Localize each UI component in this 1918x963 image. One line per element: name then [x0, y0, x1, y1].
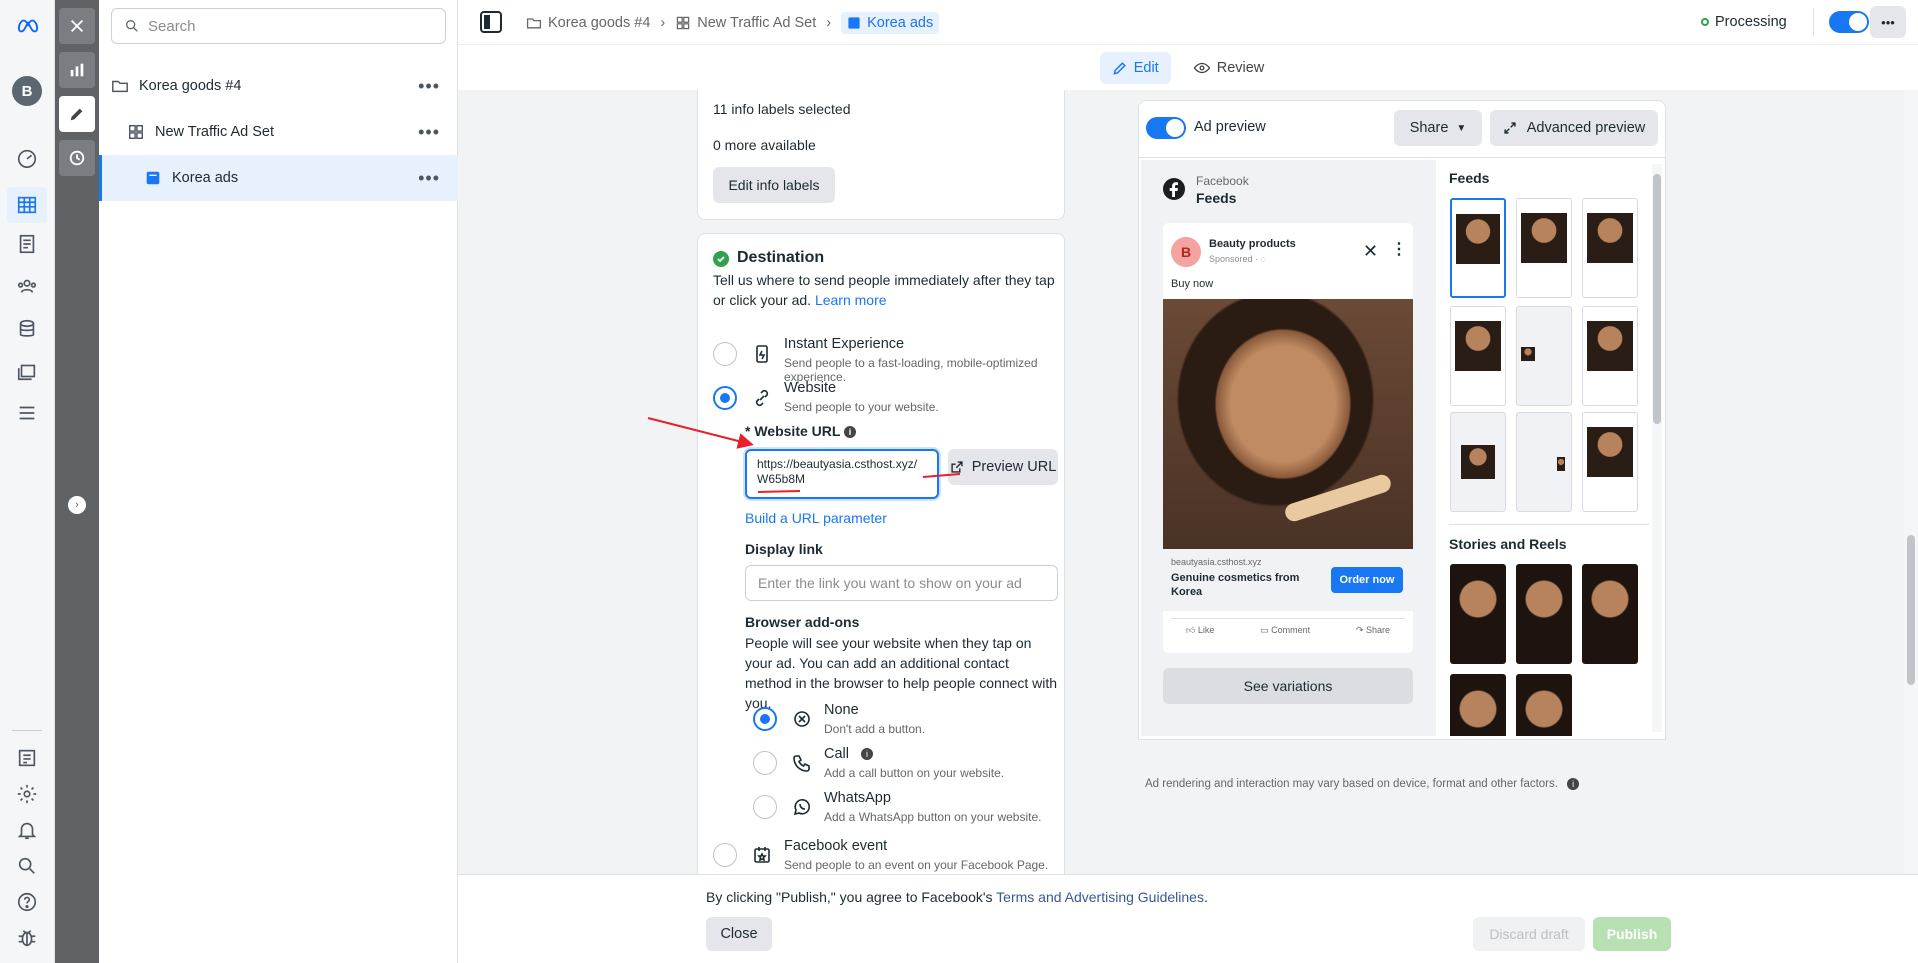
tree-item-ad-set[interactable]: New Traffic Ad Set ••• — [99, 109, 458, 155]
breadcrumb-ad[interactable]: Korea ads — [841, 12, 940, 34]
breadcrumb-label: Korea goods #4 — [548, 15, 651, 31]
reports-icon[interactable] — [13, 744, 41, 772]
notifications-bell-icon[interactable] — [13, 816, 41, 844]
left-nav-rail: B — [0, 0, 55, 963]
campaign-tree-panel: Search Korea goods #4 ••• New Traffic Ad… — [99, 0, 458, 963]
publish-notice: By clicking "Publish," you agree to Face… — [706, 889, 1208, 905]
breadcrumb-ad-set[interactable]: New Traffic Ad Set — [675, 15, 816, 31]
campaigns-table-icon[interactable] — [7, 187, 47, 223]
all-tools-menu-icon[interactable] — [13, 399, 41, 427]
pages-icon[interactable] — [13, 230, 41, 258]
status-badge: Processing — [1701, 14, 1787, 30]
ad-on-off-toggle[interactable] — [1829, 11, 1869, 33]
editor-canvas: 11 info labels selected 0 more available… — [458, 90, 1918, 874]
mode-switcher: Edit Review — [458, 45, 1918, 90]
ad-icon — [144, 169, 162, 187]
main-scrollbar[interactable] — [1904, 90, 1918, 874]
ad-icon — [848, 17, 860, 29]
meta-logo-icon[interactable] — [13, 12, 43, 40]
red-arrow-annotation — [647, 417, 754, 449]
status-dot-icon — [1701, 18, 1709, 26]
folder-icon — [111, 77, 129, 95]
tab-label: Edit — [1133, 59, 1159, 76]
close-button[interactable]: Close — [706, 917, 772, 951]
notice-text: . — [1203, 889, 1208, 905]
breadcrumb-campaign[interactable]: Korea goods #4 — [526, 15, 650, 31]
divider — [1813, 8, 1814, 36]
toggle-sidebar-icon[interactable] — [480, 11, 502, 33]
eye-icon — [1193, 62, 1211, 73]
discard-draft-button[interactable]: Discard draft — [1473, 917, 1585, 951]
tab-edit[interactable]: Edit — [1099, 51, 1171, 84]
more-options-icon[interactable]: ••• — [418, 76, 440, 97]
search-input[interactable]: Search — [111, 8, 446, 44]
red-underline-annotation — [757, 490, 801, 493]
breadcrumb-label: New Traffic Ad Set — [697, 15, 817, 31]
ad-set-grid-icon — [127, 123, 145, 141]
rail-divider — [12, 730, 42, 731]
account-avatar[interactable]: B — [12, 76, 42, 106]
help-icon[interactable] — [13, 888, 41, 916]
chevron-right-icon: › — [826, 15, 832, 31]
report-bug-icon[interactable] — [13, 924, 41, 952]
search-icon[interactable] — [13, 852, 41, 880]
notice-text: By clicking "Publish," you agree to Face… — [706, 889, 997, 905]
ads-manager-app: B › Search Korea goods #4 ••• New Traffi… — [0, 0, 1918, 963]
publish-button[interactable]: Publish — [1593, 917, 1671, 951]
status-label: Processing — [1715, 14, 1787, 30]
audiences-icon[interactable] — [13, 272, 41, 300]
search-icon — [125, 19, 138, 32]
close-editor-button[interactable] — [59, 8, 95, 44]
tree-item-label: New Traffic Ad Set — [155, 124, 275, 140]
more-options-icon[interactable]: ••• — [418, 168, 440, 189]
more-options-icon[interactable]: ••• — [418, 122, 440, 143]
search-placeholder: Search — [148, 17, 196, 35]
annotation-overlay — [647, 417, 961, 493]
dashboard-icon[interactable] — [13, 144, 41, 172]
editor-tool-strip: › — [55, 0, 99, 963]
publish-footer: By clicking "Publish," you agree to Face… — [458, 874, 1918, 963]
top-bar: Korea goods #4 › New Traffic Ad Set › Ko… — [458, 0, 1918, 45]
tab-review[interactable]: Review — [1181, 51, 1277, 85]
folder-icon — [526, 18, 542, 29]
breadcrumb-label: Korea ads — [867, 15, 934, 31]
settings-gear-icon[interactable] — [13, 780, 41, 808]
tree-item-campaign[interactable]: Korea goods #4 ••• — [99, 63, 458, 109]
billing-icon[interactable] — [13, 315, 41, 343]
tree-item-label: Korea ads — [172, 170, 239, 186]
more-options-button[interactable]: ••• — [1870, 6, 1906, 38]
tree-item-label: Korea goods #4 — [139, 78, 242, 94]
charts-icon[interactable] — [59, 52, 95, 88]
terms-link[interactable]: Terms and Advertising Guidelines — [996, 889, 1204, 905]
breadcrumb: Korea goods #4 › New Traffic Ad Set › Ko… — [526, 12, 940, 34]
pencil-icon — [1113, 61, 1126, 75]
tree-item-ad[interactable]: Korea ads ••• — [99, 155, 458, 201]
media-library-icon[interactable] — [13, 357, 41, 385]
red-underline-annotation — [922, 473, 961, 478]
chevron-right-icon: › — [660, 15, 666, 31]
edit-pencil-icon[interactable] — [59, 96, 95, 132]
history-clock-icon[interactable] — [59, 140, 95, 176]
ad-set-grid-icon — [676, 16, 690, 30]
expand-panel-chevron-icon[interactable]: › — [68, 496, 86, 514]
tab-label: Review — [1216, 59, 1265, 76]
